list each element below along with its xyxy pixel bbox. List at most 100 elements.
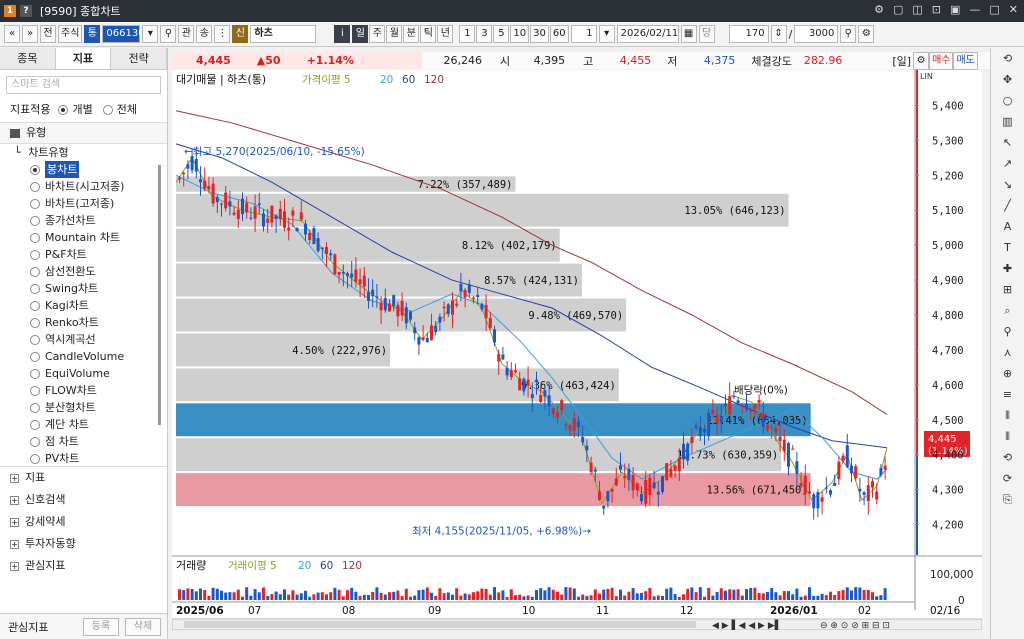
list-scrollbar[interactable] (158, 165, 161, 425)
copy-icon[interactable]: ⎘ (991, 489, 1024, 510)
date-input[interactable]: 2026/02/11 (616, 25, 679, 43)
screenshot-icon[interactable]: ◫ (912, 3, 922, 16)
minimize-icon[interactable]: — (969, 3, 980, 16)
expand-icon[interactable]: + (10, 539, 19, 549)
chart-type-item[interactable]: 바차트(시고저종) (0, 178, 167, 195)
nav-buttons[interactable]: ◀ ▶ ▌◀ ◀ ▶ ▶▌ (712, 619, 782, 631)
search-icon[interactable]: ⚲ (160, 25, 177, 43)
radio-all[interactable] (102, 104, 113, 115)
arrow-down-icon[interactable]: ↘ (991, 174, 1024, 195)
interval-1[interactable]: 1 (459, 25, 476, 43)
more-icon[interactable]: ⋮ (214, 25, 231, 43)
interval-10[interactable]: 10 (510, 25, 530, 43)
text-icon[interactable]: T (991, 237, 1024, 258)
settings-icon[interactable]: ⚙ (913, 51, 930, 70)
period-1[interactable]: 일 (352, 25, 369, 43)
radio-icon[interactable] (30, 453, 40, 464)
chart-type-item[interactable]: CandleVolume (0, 348, 167, 365)
interval-60[interactable]: 60 (549, 25, 569, 43)
move-icon[interactable]: ✥ (991, 69, 1024, 90)
section-item[interactable]: + 신호검색 (0, 489, 167, 511)
grid-icon[interactable]: ⊞ (991, 279, 1024, 300)
fib-icon[interactable]: ≡ (991, 384, 1024, 405)
chevron-down-icon[interactable]: ▾ (598, 25, 615, 43)
buy-button[interactable]: 매수 (929, 51, 954, 70)
market-button[interactable]: 전 (40, 25, 56, 43)
calendar-icon[interactable]: ▦ (680, 25, 697, 43)
radio-icon[interactable] (30, 317, 40, 328)
text-auto-icon[interactable]: A (991, 216, 1024, 237)
chart-type-item[interactable]: FLOW차트 (0, 382, 167, 399)
current-button[interactable]: 당 (698, 25, 715, 43)
expand-icon[interactable]: + (10, 495, 19, 505)
chart-type-item[interactable]: 바차트(고저종) (0, 195, 167, 212)
count-small-input[interactable]: 1 (570, 25, 597, 43)
radio-icon[interactable] (30, 283, 40, 294)
expand-icon[interactable]: + (10, 561, 19, 571)
type-select[interactable]: 주식 (58, 25, 83, 43)
chart-type-item[interactable]: Renko차트 (0, 314, 167, 331)
type-selected[interactable]: 통 (84, 25, 101, 43)
chart-type-item[interactable]: 계단 차트 (0, 416, 167, 433)
total-input[interactable]: 3000 (794, 25, 839, 43)
pattern-icon[interactable]: ⋏ (991, 342, 1024, 363)
prev-button[interactable]: « (4, 25, 20, 43)
type-section[interactable]: 유형 (0, 122, 167, 144)
chart-type-item[interactable]: EquiVolume (0, 365, 167, 382)
delete-button[interactable]: 삭제 (125, 617, 161, 636)
apply-opt-individual[interactable]: 개별 (72, 100, 92, 119)
section-item[interactable]: + 관심지표 (0, 555, 167, 577)
period-6[interactable]: 년 (437, 25, 454, 43)
window-icon[interactable]: ▣ (950, 3, 960, 16)
radio-icon[interactable] (30, 436, 40, 447)
sort-button[interactable]: 송 (196, 25, 213, 43)
gear-icon[interactable]: ⚙ (858, 25, 875, 43)
apply-opt-all[interactable]: 전체 (117, 100, 137, 119)
help-icon[interactable]: ? (20, 5, 32, 17)
radio-icon[interactable] (30, 351, 40, 362)
bars2-icon[interactable]: ⦀ (991, 426, 1024, 447)
undo-icon[interactable]: ⟲ (991, 447, 1024, 468)
radio-icon[interactable] (30, 232, 40, 243)
radio-icon[interactable] (30, 249, 40, 260)
chart-type-item[interactable]: Swing차트 (0, 280, 167, 297)
interval-5[interactable]: 5 (493, 25, 510, 43)
circle-icon[interactable]: ○ (991, 90, 1024, 111)
period-2[interactable]: 주 (369, 25, 386, 43)
zoom-icon[interactable]: ⚲ (840, 25, 857, 43)
arrow-up-icon[interactable]: ↗ (991, 153, 1024, 174)
maximize-icon[interactable]: □ (989, 3, 999, 16)
zoom-icon[interactable]: ⌕ (991, 300, 1024, 321)
radio-icon[interactable] (30, 385, 40, 396)
tab-3[interactable]: 전략 (111, 48, 168, 69)
panel-mode-icon[interactable]: LIN (920, 72, 933, 81)
sell-button[interactable]: 매도 (953, 51, 978, 70)
radio-icon[interactable] (30, 198, 40, 209)
expand-icon[interactable]: + (10, 473, 19, 483)
split-icon[interactable]: ⊡ (932, 3, 941, 16)
chevron-down-icon[interactable]: ▾ (142, 25, 159, 43)
interval-30[interactable]: 30 (530, 25, 549, 43)
radio-icon[interactable] (30, 368, 40, 379)
related-button[interactable]: 관 (178, 25, 195, 43)
tab-2[interactable]: 지표 (55, 48, 112, 69)
crosshair-icon[interactable]: ✚ (991, 258, 1024, 279)
radio-individual[interactable] (58, 104, 69, 115)
chart-type-item[interactable]: 역시계곡선 (0, 331, 167, 348)
down-button[interactable]: » (22, 25, 38, 43)
count-input[interactable]: 170 (728, 25, 769, 43)
chart-type-item[interactable]: Mountain 차트 (0, 229, 167, 246)
period-4[interactable]: 분 (403, 25, 420, 43)
smart-search-input[interactable]: 스마트 검색 (6, 76, 161, 94)
period-3[interactable]: 월 (386, 25, 403, 43)
tab-1[interactable]: 종목 (0, 48, 56, 69)
radio-icon[interactable] (30, 300, 40, 311)
spin-icon[interactable]: ⇕ (770, 25, 787, 43)
info-button[interactable]: i (334, 25, 351, 43)
expand-icon[interactable]: + (10, 517, 19, 527)
chart-type-item[interactable]: P&F차트 (0, 246, 167, 263)
settings-icon[interactable]: ⚙ (874, 3, 884, 16)
radio-icon[interactable] (30, 334, 40, 345)
chart-area[interactable]: 7.22% (357,489) 13.05% (646,123) 8.12% (40… (171, 70, 983, 631)
section-item[interactable]: + 강세약세 (0, 511, 167, 533)
